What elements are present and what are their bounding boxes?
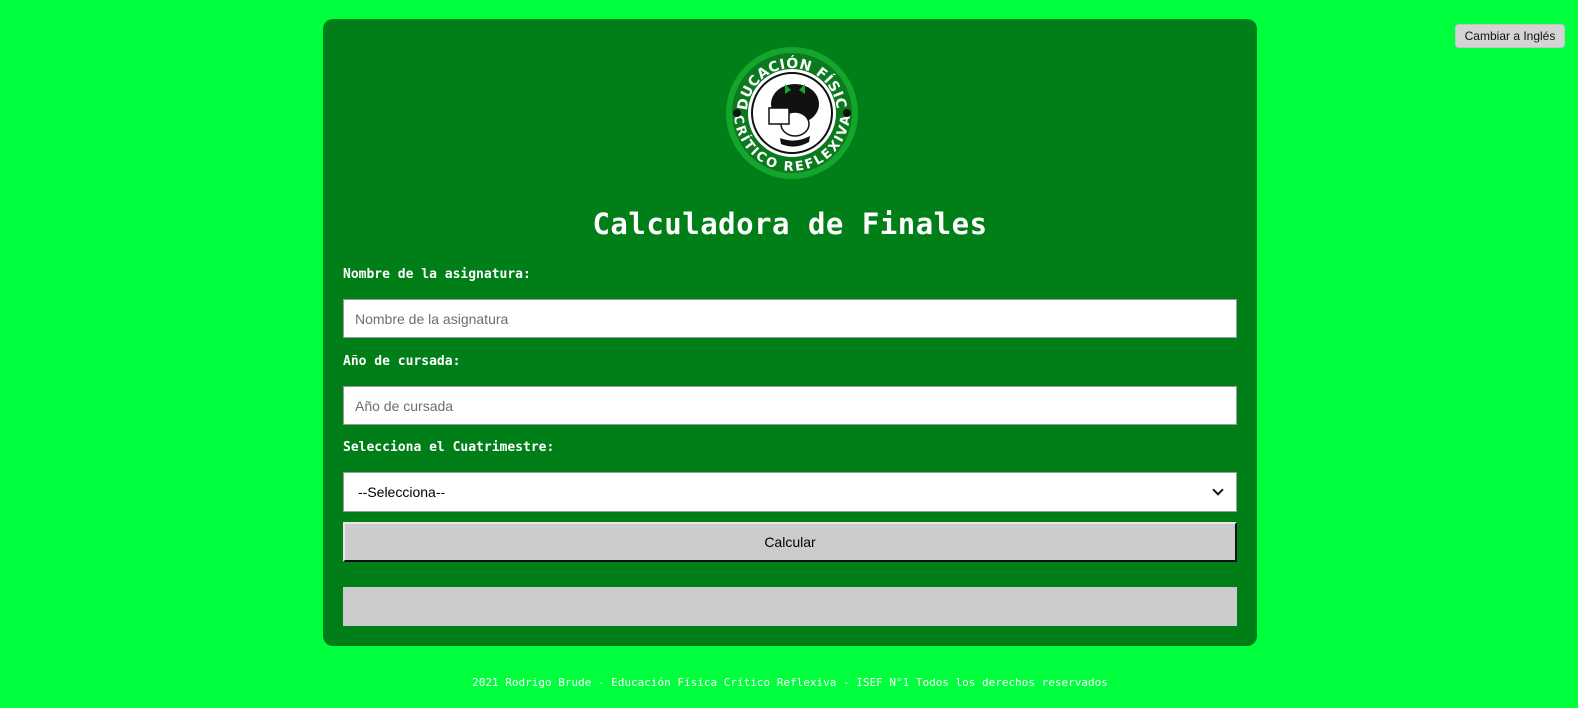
calculate-button[interactable]: Calcular [343, 522, 1237, 562]
year-label: Año de cursada: [343, 354, 461, 369]
term-label: Selecciona el Cuatrimestre: [343, 440, 555, 455]
year-input[interactable] [343, 386, 1237, 425]
result-output [343, 587, 1237, 626]
chevron-down-icon [1212, 484, 1224, 496]
footer-text: 2021 Rodrigo Brude - Educación Física Cr… [472, 676, 1108, 689]
switch-language-button[interactable]: Cambiar a Inglés [1455, 24, 1565, 48]
subject-input[interactable] [343, 299, 1237, 338]
page-title: Calculadora de Finales [592, 207, 988, 241]
subject-label: Nombre de la asignatura: [343, 267, 531, 282]
calculator-card: EDUCACIÓN FÍSICA CRÍTICO REFLEXIVA Calcu… [323, 19, 1257, 646]
term-select[interactable]: --Selecciona-- [343, 472, 1237, 512]
logo-icon: EDUCACIÓN FÍSICA CRÍTICO REFLEXIVA [725, 46, 858, 179]
term-select-value: --Selecciona-- [358, 484, 446, 500]
